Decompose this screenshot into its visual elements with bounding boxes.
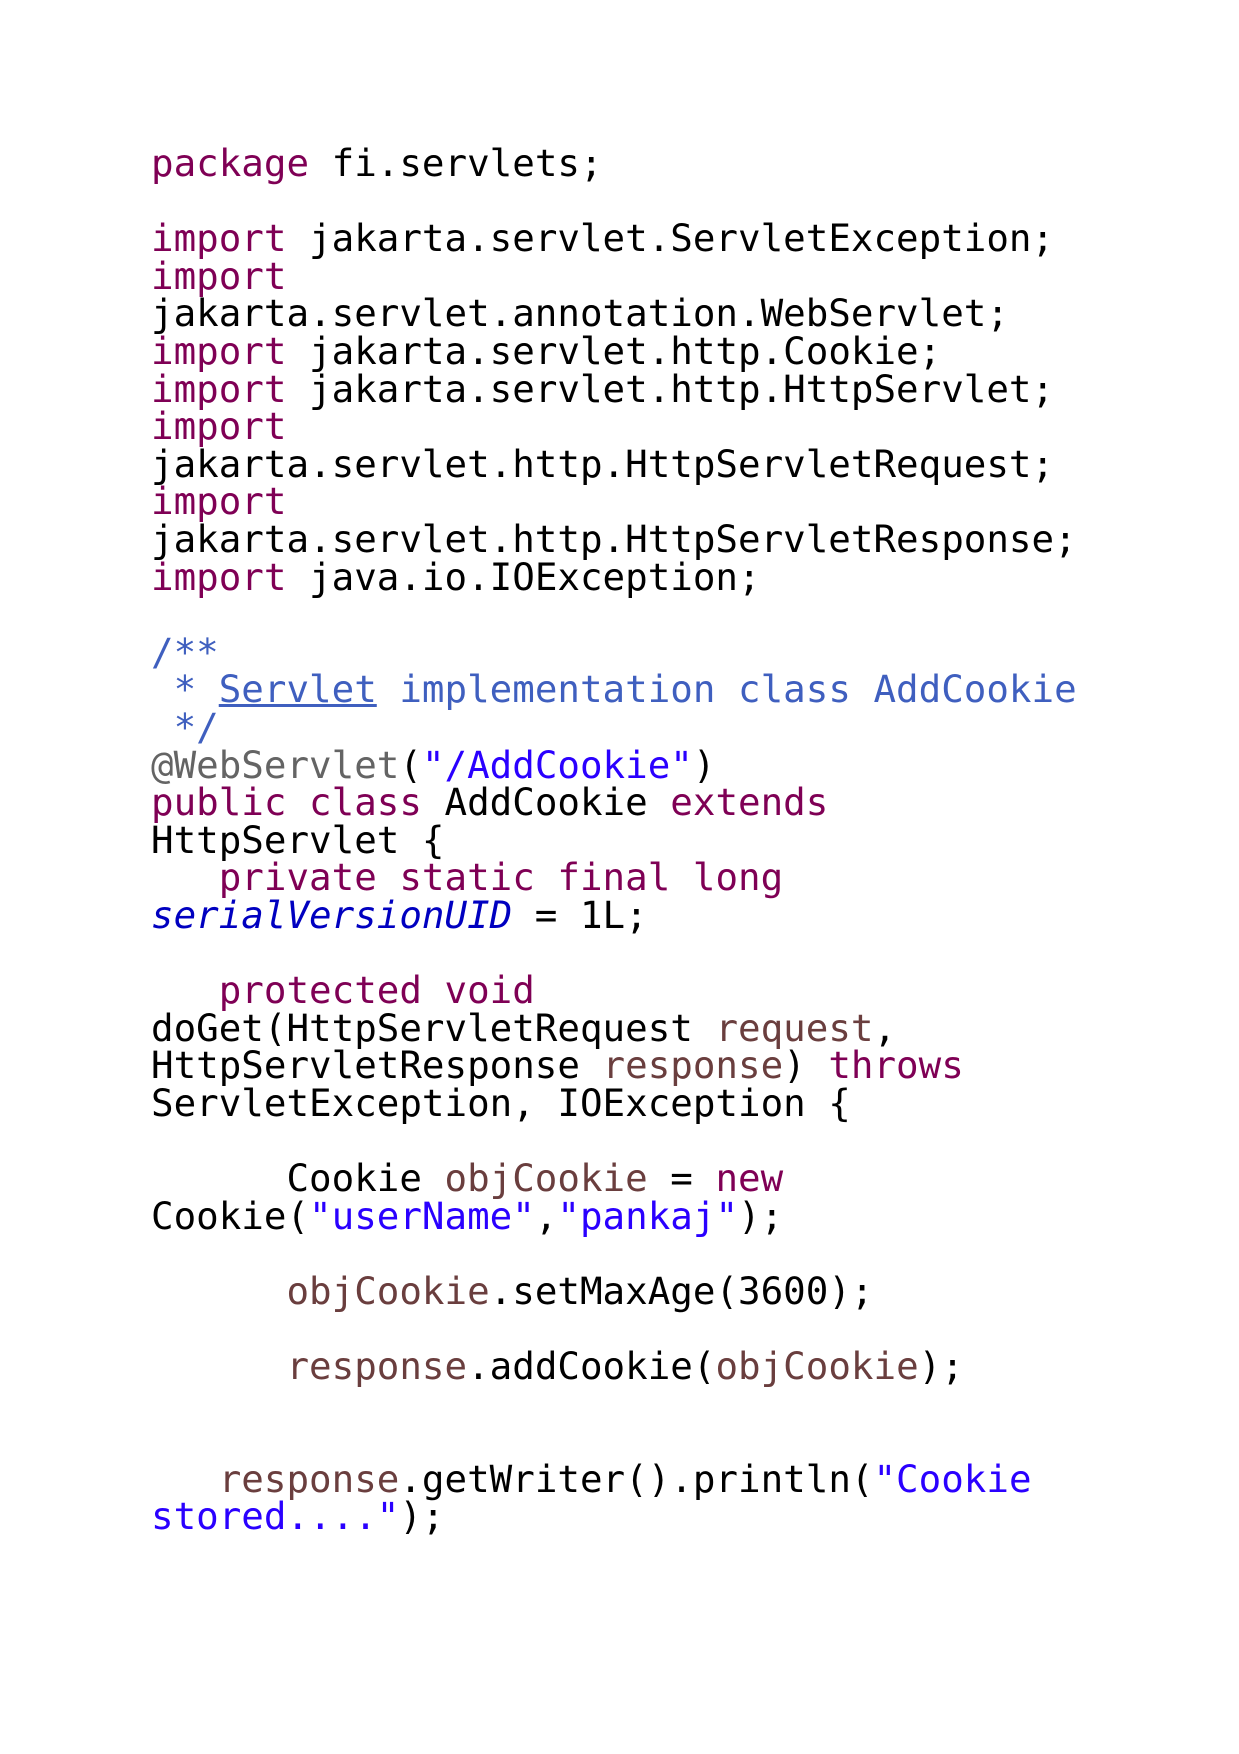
code-line: import jakarta.servlet.http.HttpServlet; [151,370,1077,409]
code-text: ); [399,1494,445,1539]
code-text: , [534,1193,558,1238]
code-listing: package fi.servlets; import jakarta.serv… [151,144,1077,1536]
keyword-token: extends [670,780,829,825]
code-line: HttpServlet { [151,821,1077,860]
code-text: .setMaxAge(3600); [489,1268,874,1313]
code-text: .getWriter().println( [399,1456,874,1501]
string-token: "userName" [309,1193,535,1238]
code-line: import [151,483,1077,521]
code-line: public class AddCookie extends [151,783,1077,822]
code-line: objCookie.setMaxAge(3600); [151,1272,1077,1311]
code-line: response.addCookie(objCookie); [151,1347,1077,1386]
code-text: ); [738,1193,784,1238]
code-text: java.io.IOException; [286,554,761,599]
code-line: doGet(HttpServletRequest request, [151,1009,1077,1048]
code-text: ServletException, IOException { [151,1080,851,1125]
code-line: @WebServlet("/AddCookie") [151,746,1077,785]
string-token: "Cookie [873,1456,1032,1501]
comment-link-token: Servlet [218,667,377,712]
code-line: ServletException, IOException { [151,1084,1077,1123]
code-line: jakarta.servlet.http.HttpServletRequest; [151,445,1077,484]
code-line: * Servlet implementation class AddCookie [151,671,1077,709]
code-line: */ [151,708,1077,747]
code-line: import java.io.IOException; [151,558,1077,597]
code-line: jakarta.servlet.annotation.WebServlet; [151,295,1077,333]
code-text: Cookie( [151,1193,310,1238]
code-text: AddCookie [421,780,671,825]
code-text: jakarta.servlet.http.HttpServlet; [286,366,1055,411]
string-token: "pankaj" [557,1193,739,1238]
code-line: import [151,257,1077,296]
code-line: import [151,407,1077,446]
code-text: ); [918,1344,964,1388]
code-line: serialVersionUID = 1L; [151,896,1077,935]
comment-token: implementation class AddCookie [376,667,1077,712]
code-line: Cookie objCookie = new [151,1159,1077,1198]
code-line: jakarta.servlet.http.HttpServletResponse… [151,520,1077,559]
code-line: private static final long [151,858,1077,897]
code-text: .addCookie( [467,1344,716,1388]
keyword-token: long [692,855,784,900]
code-line: HttpServletResponse response) throws [151,1046,1077,1085]
code-text: = 1L; [512,892,648,937]
code-text: fi.servlets; [309,141,603,185]
code-text: jakarta.servlet.ServletException; [286,216,1055,261]
variable-token: objCookie [286,1268,490,1313]
document-page: package fi.servlets; import jakarta.serv… [0,0,1239,1754]
code-line: package fi.servlets; [151,144,1077,183]
code-line: import jakarta.servlet.ServletException; [151,219,1077,258]
code-line: stored...."); [151,1498,1077,1536]
variable-token: objCookie [715,1344,919,1388]
variable-token: response [286,1344,468,1388]
code-line: /** [151,633,1077,672]
code-line: Cookie("userName","pankaj"); [151,1197,1077,1236]
code-line: response.getWriter().println("Cookie [151,1460,1077,1499]
field-token: serialVersionUID [151,892,513,937]
code-line: protected void [151,971,1077,1010]
keyword-token: package [151,141,310,185]
code-line: import jakarta.servlet.http.Cookie; [151,332,1077,371]
string-token: stored...." [151,1494,400,1539]
